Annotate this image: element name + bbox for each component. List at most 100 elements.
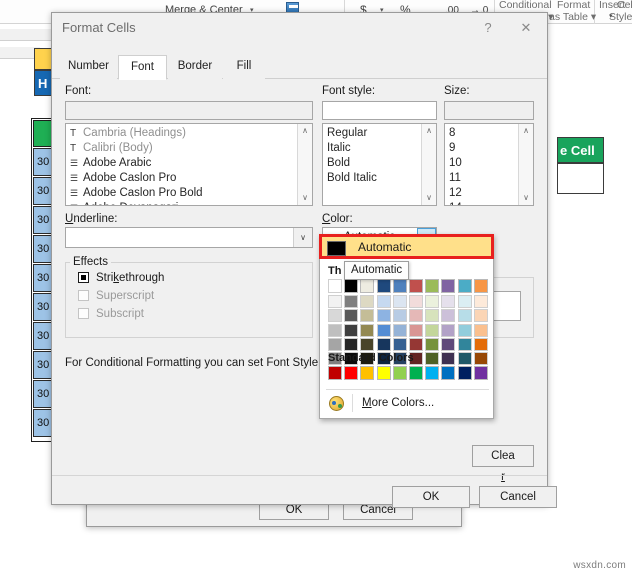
standard-color-swatch[interactable] bbox=[376, 366, 391, 380]
theme-color-swatch[interactable] bbox=[473, 352, 488, 366]
theme-color-swatch[interactable] bbox=[328, 309, 342, 323]
tab-number[interactable]: Number bbox=[60, 55, 117, 79]
font-style-list-item[interactable]: Italic bbox=[323, 141, 421, 156]
theme-color-swatch[interactable] bbox=[376, 323, 391, 337]
theme-color-swatch[interactable] bbox=[441, 337, 456, 351]
theme-color-swatch[interactable] bbox=[425, 352, 440, 366]
theme-color-swatch[interactable] bbox=[409, 279, 423, 293]
theme-color-swatch[interactable] bbox=[441, 323, 456, 337]
format-cells-titlebar[interactable]: Format Cells ? ✕ bbox=[52, 13, 547, 43]
theme-color-swatch[interactable] bbox=[376, 295, 391, 308]
theme-color-swatch[interactable] bbox=[360, 279, 375, 293]
theme-color-swatch[interactable] bbox=[441, 279, 456, 293]
more-colors-label[interactable]: More Colors... bbox=[362, 397, 434, 409]
standard-color-swatch[interactable] bbox=[441, 366, 456, 380]
theme-color-swatch[interactable] bbox=[441, 352, 456, 366]
theme-color-swatch[interactable] bbox=[328, 323, 342, 337]
theme-color-swatch[interactable] bbox=[457, 279, 472, 293]
automatic-color-row[interactable]: Automatic bbox=[319, 234, 494, 259]
theme-color-swatch[interactable] bbox=[425, 309, 440, 323]
theme-color-swatch[interactable] bbox=[328, 337, 342, 351]
theme-color-swatch[interactable] bbox=[376, 337, 391, 351]
conditional-formatting-label-line1[interactable]: Conditional bbox=[499, 0, 552, 11]
tab-border[interactable]: Border bbox=[168, 55, 222, 79]
font-input[interactable] bbox=[65, 101, 313, 120]
theme-color-swatch[interactable] bbox=[344, 309, 359, 323]
theme-color-swatch[interactable] bbox=[409, 323, 423, 337]
theme-color-swatch[interactable] bbox=[473, 295, 488, 308]
theme-color-swatch[interactable] bbox=[473, 309, 488, 323]
size-listbox[interactable]: 8910111214 ∧ ∨ bbox=[444, 123, 534, 206]
help-icon[interactable]: ? bbox=[477, 18, 499, 38]
chevron-down-icon[interactable]: ∨ bbox=[293, 228, 312, 247]
standard-color-swatch[interactable] bbox=[360, 366, 375, 380]
theme-color-swatch[interactable] bbox=[473, 323, 488, 337]
theme-color-swatch[interactable] bbox=[409, 295, 423, 308]
font-style-list-item[interactable]: Bold Italic bbox=[323, 171, 421, 186]
theme-color-swatch[interactable] bbox=[441, 295, 456, 308]
theme-color-swatch[interactable] bbox=[392, 295, 407, 308]
font-style-scrollbar[interactable]: ∧ ∨ bbox=[421, 124, 436, 205]
subscript-checkbox[interactable] bbox=[78, 308, 89, 319]
font-list-item[interactable]: ☰ Adobe Caslon Pro bbox=[66, 171, 297, 186]
theme-color-swatch[interactable] bbox=[344, 295, 359, 308]
size-list-item[interactable]: 12 bbox=[445, 186, 518, 201]
theme-color-swatch[interactable] bbox=[376, 309, 391, 323]
format-cells-ok-button[interactable]: OK bbox=[392, 486, 470, 508]
font-list-item[interactable]: ☰Adobe Devanagari bbox=[66, 201, 297, 205]
theme-color-swatch[interactable] bbox=[360, 337, 375, 351]
cell-white-right[interactable] bbox=[557, 163, 604, 194]
font-listbox[interactable]: T Cambria (Headings) T Calibri (Body) ☰ Adobe… bbox=[65, 123, 313, 206]
theme-color-swatch[interactable] bbox=[425, 323, 440, 337]
standard-color-swatch[interactable] bbox=[457, 366, 472, 380]
font-list-scrollbar[interactable]: ∧ ∨ bbox=[297, 124, 312, 205]
font-style-input[interactable] bbox=[322, 101, 437, 120]
strikethrough-checkbox[interactable] bbox=[78, 272, 89, 283]
format-as-table-label-line1[interactable]: Format bbox=[557, 0, 590, 11]
font-style-list-item[interactable]: Bold bbox=[323, 156, 421, 171]
size-list-scroll-up-icon[interactable]: ∧ bbox=[519, 124, 533, 138]
standard-color-swatch[interactable] bbox=[409, 366, 423, 380]
font-style-listbox[interactable]: Regular Italic Bold Bold Italic ∧ ∨ bbox=[322, 123, 437, 206]
font-style-scroll-down-icon[interactable]: ∨ bbox=[422, 191, 436, 205]
theme-color-swatch[interactable] bbox=[344, 279, 359, 293]
theme-color-swatch[interactable] bbox=[392, 323, 407, 337]
theme-color-swatch[interactable] bbox=[360, 323, 375, 337]
theme-color-swatch[interactable] bbox=[360, 309, 375, 323]
font-list-item[interactable]: T Cambria (Headings) bbox=[66, 126, 297, 141]
theme-color-swatch[interactable] bbox=[360, 295, 375, 308]
size-list-scroll-down-icon[interactable]: ∨ bbox=[519, 191, 533, 205]
size-list-scrollbar[interactable]: ∧ ∨ bbox=[518, 124, 533, 205]
font-list-item[interactable]: T Calibri (Body) bbox=[66, 141, 297, 156]
theme-color-swatch[interactable] bbox=[457, 309, 472, 323]
theme-color-swatch[interactable] bbox=[344, 337, 359, 351]
font-style-scroll-up-icon[interactable]: ∧ bbox=[422, 124, 436, 138]
standard-color-swatch[interactable] bbox=[425, 366, 440, 380]
theme-color-swatch[interactable] bbox=[344, 323, 359, 337]
theme-color-swatch[interactable] bbox=[425, 295, 440, 308]
standard-color-swatch[interactable] bbox=[344, 366, 359, 380]
standard-color-swatch[interactable] bbox=[392, 366, 407, 380]
cell-green-note[interactable]: e Cell bbox=[557, 137, 604, 163]
theme-color-swatch[interactable] bbox=[392, 337, 407, 351]
theme-color-swatch[interactable] bbox=[328, 279, 342, 293]
size-list-item[interactable]: 10 bbox=[445, 156, 518, 171]
more-colors-icon[interactable] bbox=[329, 396, 344, 411]
underline-combobox[interactable]: ∨ bbox=[65, 227, 313, 248]
format-as-table-label-line2[interactable]: as Table ▾ bbox=[549, 11, 596, 23]
theme-color-swatch[interactable] bbox=[457, 323, 472, 337]
theme-color-swatch[interactable] bbox=[328, 295, 342, 308]
font-style-list-item[interactable]: Regular bbox=[323, 126, 421, 141]
size-input[interactable] bbox=[444, 101, 534, 120]
theme-color-swatch[interactable] bbox=[457, 352, 472, 366]
font-list-scroll-down-icon[interactable]: ∨ bbox=[298, 191, 312, 205]
theme-color-swatch[interactable] bbox=[457, 337, 472, 351]
theme-color-swatch[interactable] bbox=[425, 279, 440, 293]
size-list-item[interactable]: 11 bbox=[445, 171, 518, 186]
tab-font[interactable]: Font bbox=[118, 55, 167, 80]
theme-color-swatch[interactable] bbox=[457, 295, 472, 308]
tab-fill[interactable]: Fill bbox=[223, 55, 265, 79]
insert-label[interactable]: Insert bbox=[599, 0, 625, 11]
font-list-item[interactable]: ☰ Adobe Arabic bbox=[66, 156, 297, 171]
theme-color-swatch[interactable] bbox=[441, 309, 456, 323]
